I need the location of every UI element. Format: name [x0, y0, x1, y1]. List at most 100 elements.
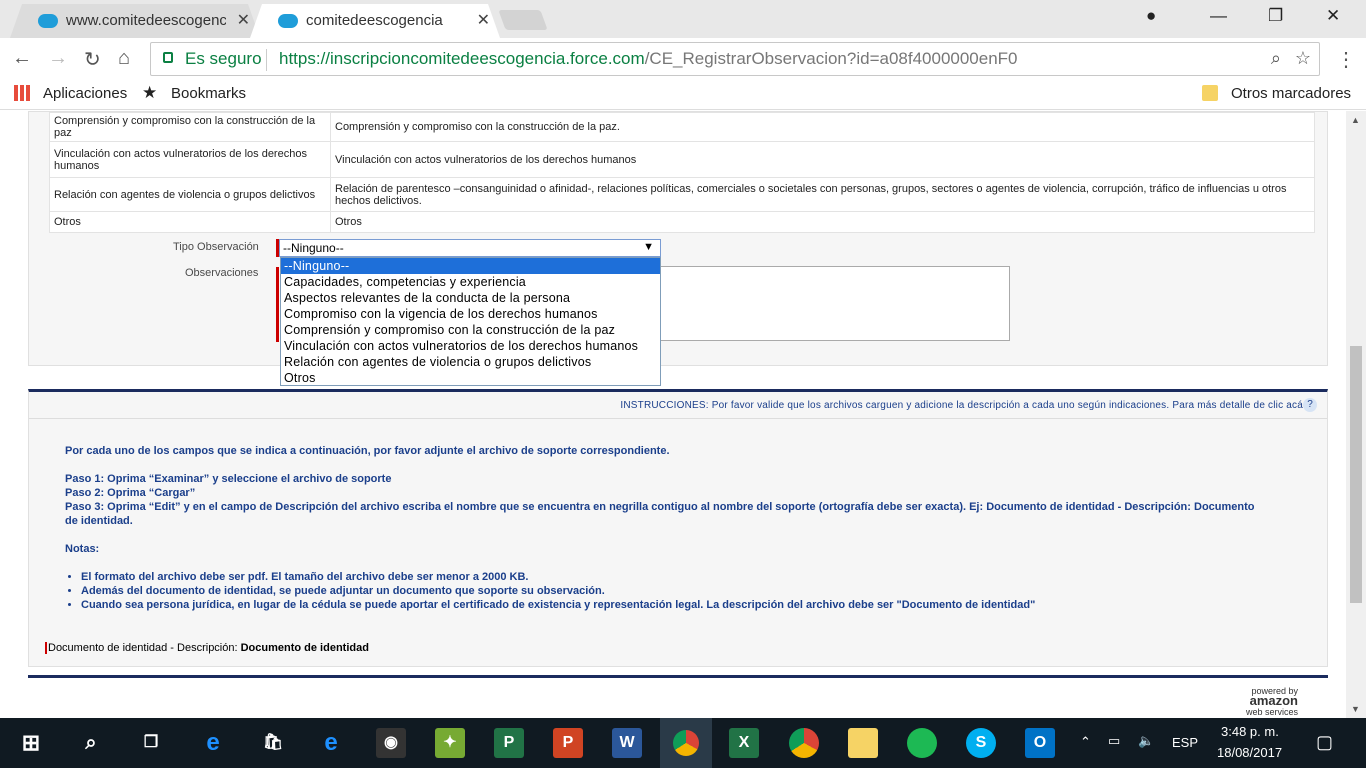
page-scrollbar[interactable]: ▲ ▼ — [1346, 111, 1366, 718]
clock-date[interactable]: 18/08/2017 — [1217, 745, 1282, 760]
dropdown-option[interactable]: Comprensión y compromiso con la construc… — [281, 322, 660, 338]
reload-icon[interactable]: ↻ — [84, 47, 101, 72]
dropdown-option[interactable]: Capacidades, competencias y experiencia — [281, 274, 660, 290]
clock-time[interactable]: 3:48 p. m. — [1221, 724, 1279, 739]
chevron-up-icon[interactable]: ⌃ — [1080, 734, 1091, 750]
windows-taskbar: ⊞ ⌕ ❐ e 🛍 e ◉ ✦ P P W X S O ⌃ ▭ 🔈 ESP 3:… — [0, 718, 1366, 768]
project-icon[interactable]: P — [494, 728, 524, 758]
observaciones-label: Observaciones — [185, 267, 259, 279]
help-icon[interactable]: ? — [1303, 398, 1317, 412]
close-tab-icon[interactable]: ✕ — [237, 10, 250, 30]
list-item: Además del documento de identidad, se pu… — [81, 584, 1265, 598]
profile-icon[interactable]: ● — [1146, 6, 1156, 26]
tab-title: comitedeescogencia — [306, 12, 443, 29]
url-path: /CE_RegistrarObservacion?id=a08f4000000e… — [644, 49, 1018, 68]
step-3: Paso 3: Oprima “Edit” y en el campo de D… — [65, 501, 1255, 527]
windows-start-icon[interactable]: ⊞ — [16, 728, 46, 758]
tab-strip: www.comitedeescogencia ✕ comitedeescogenc… — [0, 0, 1366, 38]
list-item: El formato del archivo debe ser pdf. El … — [81, 570, 1265, 584]
required-marker — [276, 267, 279, 342]
powerpoint-icon[interactable]: P — [553, 728, 583, 758]
dropdown-option[interactable]: Otros — [281, 370, 660, 386]
network-icon[interactable]: ▭ — [1108, 733, 1120, 749]
outlook-icon[interactable]: O — [1025, 728, 1055, 758]
word-icon[interactable]: W — [612, 728, 642, 758]
dropdown-option[interactable]: Relación con agentes de violencia o grup… — [281, 354, 660, 370]
bookmarks-bar: Aplicaciones ★ Bookmarks Otros marcadore… — [0, 80, 1366, 110]
back-icon[interactable]: ← — [12, 47, 32, 70]
tab-active[interactable]: comitedeescogencia ✕ — [250, 4, 500, 38]
scroll-up-icon[interactable]: ▲ — [1351, 115, 1360, 125]
aws-logo: powered by amazon web services — [1246, 686, 1298, 717]
divider — [266, 49, 267, 71]
scroll-thumb[interactable] — [1350, 346, 1362, 603]
chrome-icon[interactable] — [789, 728, 819, 758]
close-window-button[interactable]: ✕ — [1326, 6, 1340, 26]
list-item: Cuando sea persona jurídica, en lugar de… — [81, 598, 1265, 612]
store-icon[interactable]: 🛍 — [258, 728, 288, 758]
page-content: Comprensión y compromiso con la construc… — [0, 111, 1346, 718]
table-cell: Relación con agentes de violencia o grup… — [49, 177, 331, 212]
menu-icon[interactable]: ⋮ — [1336, 47, 1356, 72]
table-cell: Comprensión y compromiso con la construc… — [49, 112, 331, 142]
table-cell: Vinculación con actos vulneratorios de l… — [49, 141, 331, 178]
address-bar[interactable]: Es seguro https://inscripcioncomitedeesc… — [150, 42, 1320, 76]
step-1: Paso 1: Oprima “Examinar” y seleccione e… — [65, 473, 392, 485]
table-row: Comprensión y compromiso con la construc… — [49, 112, 1315, 142]
observaciones-textarea[interactable] — [658, 266, 1010, 341]
file-explorer-icon[interactable] — [848, 728, 878, 758]
notification-icon[interactable]: ▢ — [1316, 732, 1333, 753]
spotify-icon[interactable] — [907, 728, 937, 758]
chrome-active-icon[interactable] — [660, 718, 712, 768]
tipo-observacion-options: --Ninguno-- Capacidades, competencias y … — [280, 257, 661, 386]
volume-icon[interactable]: 🔈 — [1138, 733, 1154, 749]
language-indicator[interactable]: ESP — [1172, 735, 1198, 750]
tipo-observacion-select[interactable]: --Ninguno-- ▼ — [279, 239, 661, 257]
select-value: --Ninguno-- — [283, 241, 344, 255]
close-tab-icon[interactable]: ✕ — [477, 10, 490, 30]
maximize-button[interactable]: ❐ — [1268, 6, 1283, 26]
doc-prefix: Documento de identidad - Descripción: — [48, 642, 241, 654]
tab-title: www.comitedeescogencia — [66, 12, 226, 29]
doc-name: Documento de identidad — [240, 642, 369, 654]
table-cell: Otros — [330, 211, 1315, 233]
dropdown-option[interactable]: Aspectos relevantes de la conducta de la… — [281, 290, 660, 306]
skype-icon[interactable]: S — [966, 728, 996, 758]
document-field: Documento de identidad - Descripción: Do… — [45, 642, 369, 654]
table-cell: Vinculación con actos vulneratorios de l… — [330, 141, 1315, 178]
minimize-button[interactable]: — — [1210, 6, 1227, 26]
url-host: https://inscripcioncomitedeescogencia.fo… — [279, 49, 645, 68]
divider — [29, 418, 1327, 419]
table-cell: Otros — [49, 211, 331, 233]
paint-app-icon[interactable]: ✦ — [435, 728, 465, 758]
attachments-section: INSTRUCCIONES: Por favor valide que los … — [28, 389, 1328, 667]
dropdown-option[interactable]: --Ninguno-- — [281, 258, 660, 274]
zoom-icon[interactable]: ⌕ — [1271, 48, 1281, 69]
footer: powered by amazon web services — [28, 675, 1328, 718]
observation-types-table: Comprensión y compromiso con la construc… — [49, 112, 1315, 233]
internet-explorer-icon[interactable]: e — [316, 728, 346, 758]
url-text[interactable]: https://inscripcioncomitedeescogencia.fo… — [279, 49, 1018, 69]
scroll-down-icon[interactable]: ▼ — [1351, 704, 1360, 714]
star-icon: ★ — [142, 83, 158, 102]
excel-icon[interactable]: X — [729, 728, 759, 758]
dropdown-option[interactable]: Compromiso con la vigencia de los derech… — [281, 306, 660, 322]
forward-icon[interactable]: → — [48, 47, 68, 70]
bookmark-other[interactable]: Otros marcadores — [1231, 85, 1351, 102]
step-2: Paso 2: Oprima “Cargar” — [65, 487, 196, 499]
dropdown-arrow-icon: ▼ — [643, 241, 654, 253]
star-icon[interactable]: ☆ — [1295, 48, 1311, 69]
table-row: Relación con agentes de violencia o grup… — [49, 177, 1315, 212]
dropdown-option[interactable]: Vinculación con actos vulneratorios de l… — [281, 338, 660, 354]
lock-icon — [163, 52, 173, 63]
bookmark-bookmarks[interactable]: Bookmarks — [171, 85, 246, 102]
home-icon[interactable]: ⌂ — [118, 47, 130, 70]
bookmark-apps[interactable]: Aplicaciones — [43, 85, 127, 102]
edge-icon[interactable]: e — [198, 728, 228, 758]
aws-ws: web services — [1245, 707, 1298, 717]
search-icon[interactable]: ⌕ — [76, 728, 106, 758]
tab-inactive[interactable]: www.comitedeescogencia ✕ — [10, 4, 260, 38]
task-view-icon[interactable]: ❐ — [136, 728, 166, 758]
webcam-app-icon[interactable]: ◉ — [376, 728, 406, 758]
new-tab-button[interactable] — [498, 10, 548, 30]
